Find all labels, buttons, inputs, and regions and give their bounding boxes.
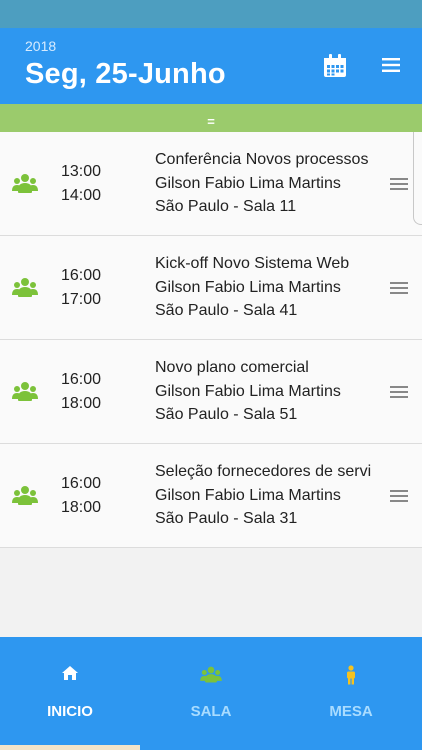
nav-sala-label: SALA bbox=[190, 703, 232, 720]
event-times: 16:00 18:00 bbox=[61, 368, 101, 416]
event-start-time: 16:00 bbox=[61, 267, 102, 284]
group-icon bbox=[12, 486, 38, 505]
group-icon bbox=[12, 278, 38, 297]
calendar-button[interactable] bbox=[321, 52, 349, 80]
filter-bar[interactable]: = bbox=[0, 104, 422, 132]
event-location: São Paulo - Sala 51 bbox=[155, 406, 298, 423]
event-location: São Paulo - Sala 11 bbox=[155, 198, 297, 215]
event-title: Novo plano comercial bbox=[155, 359, 309, 376]
event-info: Seleção fornecedores de servi Gilson Fab… bbox=[155, 460, 379, 531]
group-icon bbox=[12, 174, 38, 193]
bottom-nav: INICIO SALA MESA bbox=[0, 637, 422, 750]
event-times: 16:00 17:00 bbox=[61, 264, 101, 312]
person-icon bbox=[347, 665, 355, 685]
event-location: São Paulo - Sala 31 bbox=[155, 510, 298, 527]
event-end-time: 14:00 bbox=[61, 187, 102, 204]
nav-inicio[interactable]: INICIO bbox=[0, 637, 140, 750]
event-start-time: 16:00 bbox=[61, 371, 102, 388]
status-bar bbox=[0, 0, 422, 28]
home-icon bbox=[62, 666, 78, 680]
drag-handle-icon[interactable] bbox=[390, 386, 408, 398]
event-row[interactable]: 16:00 18:00 Seleção fornecedores de serv… bbox=[0, 444, 422, 548]
group-icon bbox=[12, 382, 38, 401]
event-title: Seleção fornecedores de servi bbox=[155, 463, 372, 480]
event-location: São Paulo - Sala 41 bbox=[155, 302, 298, 319]
nav-mesa-label: MESA bbox=[329, 703, 373, 720]
event-end-time: 18:00 bbox=[61, 395, 102, 412]
drag-handle-icon[interactable] bbox=[390, 282, 408, 294]
event-organizer: Gilson Fabio Lima Martins bbox=[155, 174, 341, 192]
app-header: 2018 Seg, 25-Junho bbox=[0, 28, 422, 104]
filter-bar-label: = bbox=[207, 114, 215, 129]
header-year: 2018 bbox=[25, 38, 57, 54]
calendar-icon bbox=[324, 54, 346, 77]
event-info: Novo plano comercial Gilson Fabio Lima M… bbox=[155, 356, 379, 427]
nav-mesa[interactable]: MESA bbox=[281, 637, 421, 750]
event-row[interactable]: 16:00 18:00 Novo plano comercial Gilson … bbox=[0, 340, 422, 444]
event-organizer: Gilson Fabio Lima Martins bbox=[155, 278, 341, 296]
event-list: 13:00 14:00 Conferência Novos processos … bbox=[0, 132, 422, 637]
event-organizer: Gilson Fabio Lima Martins bbox=[155, 486, 341, 504]
event-end-time: 17:00 bbox=[61, 291, 102, 308]
event-row[interactable]: 16:00 17:00 Kick-off Novo Sistema Web Gi… bbox=[0, 236, 422, 340]
event-end-time: 18:00 bbox=[61, 499, 102, 516]
drag-handle-icon[interactable] bbox=[390, 178, 408, 190]
event-start-time: 16:00 bbox=[61, 475, 102, 492]
event-times: 16:00 18:00 bbox=[61, 472, 101, 520]
group-icon bbox=[200, 666, 222, 683]
event-organizer: Gilson Fabio Lima Martins bbox=[155, 382, 341, 400]
scroll-indicator[interactable] bbox=[413, 132, 422, 225]
hamburger-menu-icon bbox=[382, 58, 400, 72]
event-start-time: 13:00 bbox=[61, 163, 102, 180]
event-row[interactable]: 13:00 14:00 Conferência Novos processos … bbox=[0, 132, 422, 236]
menu-button[interactable] bbox=[378, 52, 404, 78]
drag-handle-icon[interactable] bbox=[390, 490, 408, 502]
active-tab-indicator bbox=[0, 745, 140, 750]
event-title: Kick-off Novo Sistema Web bbox=[155, 255, 350, 272]
event-title: Conferência Novos processos bbox=[155, 151, 369, 168]
header-date: Seg, 25-Junho bbox=[25, 58, 226, 90]
event-info: Conferência Novos processos Gilson Fabio… bbox=[155, 148, 379, 219]
nav-sala[interactable]: SALA bbox=[141, 637, 281, 750]
nav-inicio-label: INICIO bbox=[47, 703, 93, 720]
event-info: Kick-off Novo Sistema Web Gilson Fabio L… bbox=[155, 252, 379, 323]
event-times: 13:00 14:00 bbox=[61, 160, 101, 208]
